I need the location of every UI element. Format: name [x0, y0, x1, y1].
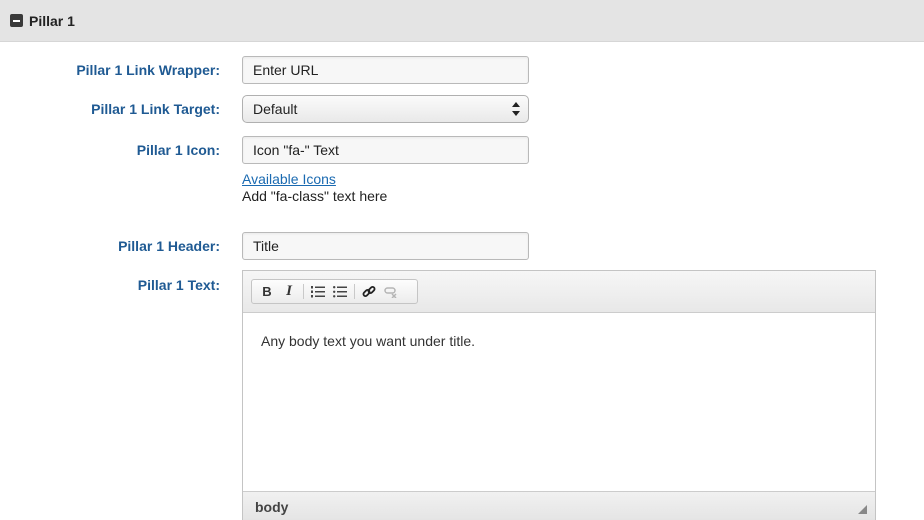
bold-icon[interactable]: B	[256, 281, 278, 302]
header-input[interactable]: Title	[242, 232, 529, 260]
select-arrows-icon	[512, 102, 520, 116]
link-target-selected-value: Default	[253, 101, 298, 117]
section-header: Pillar 1	[0, 0, 924, 42]
numbered-list-icon[interactable]	[307, 281, 329, 302]
icon-label: Pillar 1 Icon:	[136, 142, 220, 158]
editor-content-area[interactable]: Any body text you want under title.	[243, 313, 875, 491]
editor-toolbar: B I	[243, 271, 875, 313]
text-label: Pillar 1 Text:	[137, 277, 220, 293]
link-target-select[interactable]: Default	[242, 95, 529, 123]
toolbar-button-group: B I	[251, 279, 418, 304]
header-label: Pillar 1 Header:	[118, 238, 220, 254]
italic-icon[interactable]: I	[278, 281, 300, 302]
minus-square-icon[interactable]	[10, 14, 23, 27]
toolbar-separator	[354, 284, 355, 299]
icon-help-text: Add "fa-class" text here	[242, 188, 388, 204]
available-icons-link[interactable]: Available Icons	[242, 171, 336, 187]
link-icon[interactable]	[358, 281, 380, 302]
link-wrapper-label: Pillar 1 Link Wrapper:	[76, 62, 220, 78]
rich-text-editor: B I Any body text you want under title. …	[242, 270, 876, 520]
link-target-label: Pillar 1 Link Target:	[91, 101, 220, 117]
unlink-icon[interactable]	[380, 281, 402, 302]
element-path[interactable]: body	[255, 499, 288, 515]
bulleted-list-icon[interactable]	[329, 281, 351, 302]
link-wrapper-input[interactable]: Enter URL	[242, 56, 529, 84]
icon-input[interactable]: Icon "fa-" Text	[242, 136, 529, 164]
editor-paragraph: Any body text you want under title.	[261, 333, 476, 349]
section-title: Pillar 1	[29, 12, 75, 29]
resize-handle-icon[interactable]	[858, 505, 867, 514]
toolbar-separator	[303, 284, 304, 299]
editor-status-bar: body	[243, 491, 875, 520]
